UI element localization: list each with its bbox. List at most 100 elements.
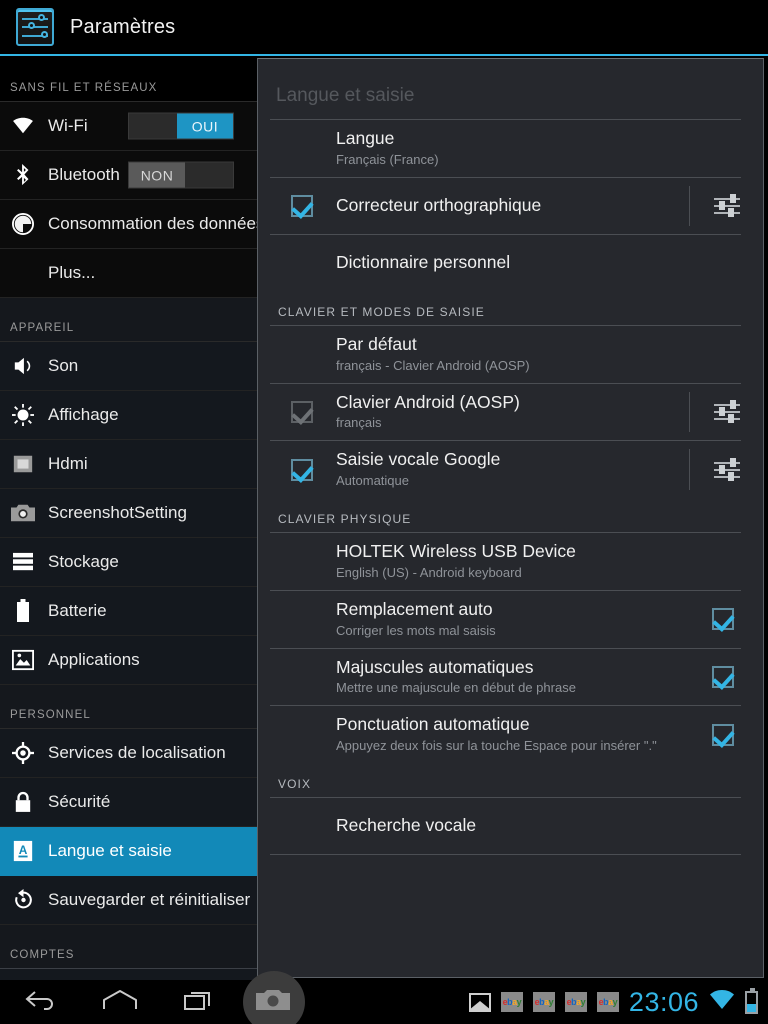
app-header: Paramètres bbox=[0, 0, 768, 56]
row-auto-punctuation[interactable]: Ponctuation automatique Appuyez deux foi… bbox=[258, 706, 763, 763]
sidebar-item-battery[interactable]: Batterie bbox=[0, 587, 258, 636]
row-title: Recherche vocale bbox=[336, 815, 477, 836]
home-button[interactable] bbox=[80, 980, 160, 1024]
settings-sidebar[interactable]: SANS FIL ET RÉSEAUX Wi-Fi OUI Bluetooth … bbox=[0, 58, 258, 980]
row-title: Majuscules automatiques bbox=[336, 656, 534, 677]
sidebar-item-location-services[interactable]: Services de localisation bbox=[0, 729, 258, 778]
checkbox-checked[interactable] bbox=[712, 665, 734, 688]
back-button[interactable] bbox=[0, 980, 80, 1024]
auto-replace-checkbox-slot[interactable] bbox=[683, 608, 763, 631]
sidebar-item-backup-and-reset[interactable]: Sauvegarder et réinitialiser bbox=[0, 876, 258, 925]
row-spell-checker[interactable]: Correcteur orthographique bbox=[258, 178, 763, 234]
checkbox-checked-disabled bbox=[291, 400, 313, 423]
language-and-input-panel[interactable]: Langue et saisie Langue Français (France… bbox=[257, 58, 764, 978]
tune-icon bbox=[713, 399, 740, 423]
row-subtitle: Corriger les mots mal saisis bbox=[336, 622, 496, 638]
battery-icon bbox=[745, 987, 758, 1014]
recent-apps-icon bbox=[183, 989, 217, 1016]
ebay-icon[interactable]: ebay bbox=[532, 992, 555, 1012]
row-title: Saisie vocale Google bbox=[336, 449, 501, 470]
recent-apps-button[interactable] bbox=[160, 980, 240, 1024]
status-bar[interactable]: ebay ebay ebay ebay 23:06 bbox=[468, 987, 768, 1018]
home-icon bbox=[102, 989, 138, 1016]
sidebar-item-language-and-input[interactable]: A Langue et saisie bbox=[0, 827, 258, 876]
sidebar-section-accounts: COMPTES bbox=[0, 925, 258, 969]
sidebar-item-hdmi[interactable]: Hdmi bbox=[0, 440, 258, 489]
row-auto-replace[interactable]: Remplacement auto Corriger les mots mal … bbox=[258, 591, 763, 648]
system-navigation-bar[interactable]: ebay ebay ebay ebay 23:06 bbox=[0, 971, 768, 1024]
wifi-icon bbox=[709, 989, 735, 1015]
sidebar-item-applications[interactable]: Applications bbox=[0, 636, 258, 685]
wifi-icon bbox=[10, 113, 36, 139]
clock[interactable]: 23:06 bbox=[629, 987, 699, 1018]
row-language[interactable]: Langue Français (France) bbox=[258, 120, 763, 177]
location-icon bbox=[10, 740, 36, 766]
sidebar-item-sound[interactable]: Son bbox=[0, 342, 258, 391]
ebay-icon[interactable]: ebay bbox=[596, 992, 619, 1012]
row-subtitle: English (US) - Android keyboard bbox=[336, 564, 522, 580]
checkbox-checked[interactable] bbox=[291, 458, 313, 481]
ebay-icon[interactable]: ebay bbox=[564, 992, 587, 1012]
language-icon: A bbox=[10, 838, 36, 864]
row-google-voice-typing[interactable]: Saisie vocale Google Automatique bbox=[258, 441, 763, 498]
row-title: Remplacement auto bbox=[336, 598, 493, 619]
auto-capitalization-checkbox-slot[interactable] bbox=[683, 665, 763, 688]
sidebar-item-more[interactable]: Plus... bbox=[0, 249, 258, 298]
auto-punctuation-checkbox-slot[interactable] bbox=[683, 723, 763, 746]
row-voice-search[interactable]: Recherche vocale bbox=[258, 798, 763, 854]
spell-checker-checkbox-slot[interactable] bbox=[258, 194, 336, 217]
display-icon bbox=[10, 402, 36, 428]
voice-typing-settings-button[interactable] bbox=[689, 449, 763, 491]
sidebar-section-label: SANS FIL ET RÉSEAUX bbox=[10, 82, 158, 94]
row-subtitle: français - Clavier Android (AOSP) bbox=[336, 357, 530, 373]
sidebar-item-wifi[interactable]: Wi-Fi OUI bbox=[0, 102, 258, 151]
svg-text:A: A bbox=[19, 843, 28, 857]
row-android-keyboard-aosp[interactable]: Clavier Android (AOSP) français bbox=[258, 384, 763, 441]
voice-typing-checkbox-slot[interactable] bbox=[258, 458, 336, 481]
sidebar-item-label: Wi-Fi bbox=[48, 116, 88, 135]
checkbox-checked[interactable] bbox=[712, 608, 734, 631]
sidebar-item-display[interactable]: Affichage bbox=[0, 391, 258, 440]
hdmi-icon bbox=[10, 451, 36, 477]
row-auto-capitalization[interactable]: Majuscules automatiques Mettre une majus… bbox=[258, 649, 763, 706]
screenshot-button[interactable] bbox=[240, 971, 306, 1024]
row-default-keyboard[interactable]: Par défaut français - Clavier Android (A… bbox=[258, 326, 763, 383]
section-voice-label: VOIX bbox=[278, 777, 312, 792]
battery-icon bbox=[10, 598, 36, 624]
wifi-toggle[interactable]: OUI bbox=[128, 112, 234, 140]
checkbox-checked[interactable] bbox=[291, 194, 313, 217]
settings-sliders-icon bbox=[16, 8, 54, 46]
bluetooth-toggle[interactable]: NON bbox=[128, 161, 234, 189]
divider bbox=[270, 854, 741, 856]
sidebar-item-storage[interactable]: Stockage bbox=[0, 538, 258, 587]
backup-reset-icon bbox=[10, 887, 36, 913]
tune-icon bbox=[713, 193, 740, 217]
row-subtitle: Appuyez deux fois sur la touche Espace p… bbox=[336, 738, 657, 754]
sidebar-item-google-account[interactable]: g Google bbox=[0, 969, 258, 980]
sidebar-item-label: Plus... bbox=[48, 263, 96, 282]
sidebar-section-label: APPAREIL bbox=[10, 322, 75, 334]
row-subtitle: Automatique bbox=[336, 473, 409, 489]
camera-icon bbox=[10, 500, 36, 526]
row-personal-dictionary[interactable]: Dictionnaire personnel bbox=[258, 235, 763, 291]
android-keyboard-settings-button[interactable] bbox=[689, 391, 763, 433]
spell-checker-settings-button[interactable] bbox=[689, 185, 763, 226]
row-holtek-device[interactable]: HOLTEK Wireless USB Device English (US) … bbox=[258, 533, 763, 590]
sidebar-item-data-usage[interactable]: Consommation des données bbox=[0, 200, 258, 249]
ebay-icon[interactable]: ebay bbox=[500, 992, 523, 1012]
panel-title: Langue et saisie bbox=[276, 85, 415, 106]
row-title: Correcteur orthographique bbox=[336, 194, 542, 215]
data-usage-icon bbox=[10, 211, 36, 237]
sidebar-item-label: Stockage bbox=[48, 552, 119, 571]
sidebar-item-label: Son bbox=[48, 356, 79, 375]
camera-icon bbox=[256, 988, 290, 1017]
storage-icon bbox=[10, 549, 36, 575]
sidebar-item-security[interactable]: Sécurité bbox=[0, 778, 258, 827]
sidebar-section-personal: PERSONNEL bbox=[0, 685, 258, 729]
row-subtitle: Mettre une majuscule en début de phrase bbox=[336, 680, 576, 696]
checkbox-checked[interactable] bbox=[712, 723, 734, 746]
sidebar-item-screenshot-setting[interactable]: ScreenshotSetting bbox=[0, 489, 258, 538]
sidebar-item-label: Affichage bbox=[48, 405, 119, 424]
sidebar-item-bluetooth[interactable]: Bluetooth NON bbox=[0, 151, 258, 200]
sidebar-item-label: Sauvegarder et réinitialiser bbox=[48, 890, 251, 909]
